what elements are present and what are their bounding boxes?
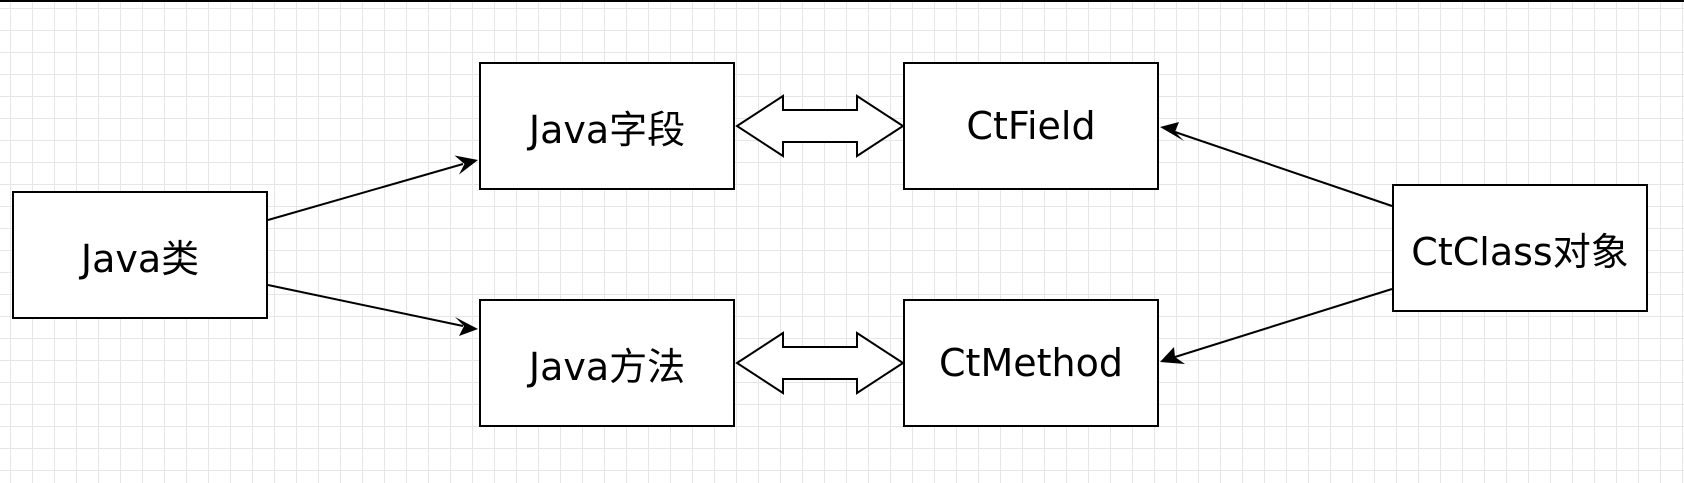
node-java-field[interactable]: Java字段	[479, 62, 735, 190]
top-border	[0, 0, 1684, 2]
node-ctmethod[interactable]: CtMethod	[903, 299, 1159, 427]
edge-ctclass-to-ctfield	[1160, 122, 1393, 207]
node-java-class[interactable]: Java类	[12, 191, 268, 319]
node-java-field-label: Java字段	[528, 107, 686, 152]
double-arrow-method	[735, 331, 905, 395]
node-ctfield[interactable]: CtField	[903, 62, 1159, 190]
node-ctclass-label: CtClass对象	[1411, 229, 1629, 274]
diagram-canvas: Java类 Java字段 Java方法 CtField CtMethod CtC…	[0, 0, 1684, 483]
edge-ctclass-to-ctmethod	[1160, 288, 1393, 364]
edge-java-class-to-java-field	[267, 155, 478, 221]
edge-java-class-to-java-method	[267, 284, 478, 336]
node-ctmethod-label: CtMethod	[939, 341, 1123, 385]
double-arrow-field	[735, 94, 905, 158]
node-java-method-label: Java方法	[528, 344, 686, 389]
node-ctfield-label: CtField	[966, 104, 1096, 148]
node-ctclass[interactable]: CtClass对象	[1392, 184, 1648, 312]
node-java-method[interactable]: Java方法	[479, 299, 735, 427]
node-java-class-label: Java类	[80, 236, 200, 281]
